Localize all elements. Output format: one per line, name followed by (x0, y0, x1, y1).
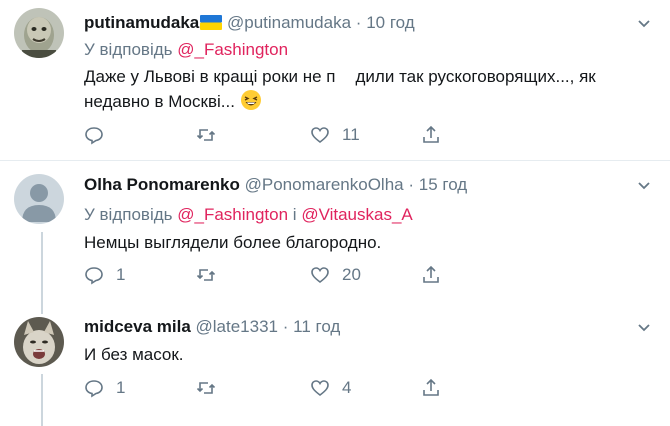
share-icon (423, 378, 439, 396)
tweet[interactable]: midceva mila @late1331 · 11 год И без ма… (0, 302, 670, 426)
avatar[interactable] (14, 174, 64, 224)
retweet-icon (196, 382, 216, 394)
like-count: 20 (342, 265, 361, 284)
retweet-button[interactable] (196, 124, 228, 146)
user-handle[interactable]: @putinamudaka (227, 13, 351, 32)
tweet-text-part: Даже у Львові в кращі роки не п (84, 67, 336, 86)
heart-icon (311, 267, 329, 284)
like-count: 4 (342, 378, 352, 397)
share-icon (423, 125, 439, 143)
separator-dot: · (282, 317, 289, 336)
tweet-text-line: недавно в Москві... (84, 89, 644, 114)
reply-prefix: У відповідь (84, 205, 173, 224)
tweet-text: Даже у Львові в кращі роки не п дили так … (84, 64, 644, 114)
tweet-text-part: недавно в Москві... (84, 92, 235, 111)
retweet-button[interactable] (196, 264, 228, 286)
tweet-header: Olha Ponomarenko @PonomarenkoOlha · 15 г… (84, 174, 467, 196)
like-button[interactable]: 20 (310, 264, 361, 286)
reply-prefix: У відповідь (84, 40, 173, 59)
timestamp[interactable]: 15 год (419, 175, 467, 194)
reply-count: 1 (116, 378, 126, 397)
tweet[interactable]: putinamudaka @putinamudaka · 10 год У ві… (0, 0, 670, 162)
tweet-actions: 1 20 (84, 264, 464, 286)
separator-dot: · (408, 175, 415, 194)
reply-context: У відповідь @_Fashington і @Vitauskas_A (84, 204, 413, 226)
text-obscured-gap (336, 68, 356, 82)
tweet-text-part: Немцы выглядели более благородно. (84, 233, 382, 252)
reply-context: У відповідь @_Fashington (84, 39, 288, 61)
timestamp[interactable]: 11 год (293, 317, 340, 336)
thread-line (41, 232, 43, 302)
chevron-down-icon[interactable] (636, 177, 652, 193)
reply-icon (85, 380, 103, 398)
tweet-text: Немцы выглядели более благородно. (84, 230, 644, 255)
thread-line (41, 374, 43, 426)
ukraine-flag-icon (200, 15, 223, 30)
tweet[interactable]: Olha Ponomarenko @PonomarenkoOlha · 15 г… (0, 162, 670, 302)
chevron-down-icon[interactable] (636, 319, 652, 335)
tweet-divider (0, 160, 670, 161)
avatar[interactable] (14, 317, 64, 367)
tweet-text-part: дили так рускоговорящих..., як (355, 67, 596, 86)
tweet-text: И без масок. (84, 342, 644, 367)
share-button[interactable] (421, 124, 441, 146)
reply-button[interactable]: 1 (84, 264, 125, 286)
reply-button[interactable] (84, 124, 116, 146)
separator-dot: · (355, 13, 362, 32)
mention-link[interactable]: @_Fashington (177, 40, 288, 59)
share-icon (423, 265, 439, 283)
display-name[interactable]: putinamudaka (84, 13, 199, 32)
like-count: 11 (342, 125, 360, 144)
heart-icon (311, 127, 329, 144)
reply-button[interactable]: 1 (84, 377, 125, 399)
share-button[interactable] (421, 264, 441, 286)
reply-icon (85, 127, 103, 145)
display-name[interactable]: midceva mila (84, 317, 191, 336)
tweet-text-part: И без масок. (84, 345, 184, 364)
tweet-actions: 1 4 (84, 377, 464, 399)
reply-icon (85, 267, 103, 285)
retweet-icon (196, 129, 216, 141)
grinning-squinting-emoji-icon (240, 90, 261, 110)
tweet-text-line: Даже у Львові в кращі роки не п дили так … (84, 64, 644, 89)
share-button[interactable] (421, 377, 441, 399)
user-handle[interactable]: @PonomarenkoOlha (245, 175, 404, 194)
like-button[interactable]: 4 (310, 377, 351, 399)
tweet-feed: putinamudaka @putinamudaka · 10 год У ві… (0, 0, 670, 426)
chevron-down-icon[interactable] (636, 15, 652, 31)
thread-line (41, 302, 43, 314)
reply-count: 1 (116, 265, 126, 284)
tweet-actions: 11 (84, 124, 464, 146)
avatar[interactable] (14, 8, 64, 58)
retweet-icon (196, 269, 216, 281)
mention-link[interactable]: @_Fashington (177, 205, 288, 224)
user-handle[interactable]: @late1331 (196, 317, 279, 336)
heart-icon (311, 380, 329, 397)
display-name[interactable]: Olha Ponomarenko (84, 175, 240, 194)
tweet-header: midceva mila @late1331 · 11 год (84, 316, 340, 338)
tweet-header: putinamudaka @putinamudaka · 10 год (84, 12, 415, 34)
timestamp[interactable]: 10 год (366, 13, 414, 32)
retweet-button[interactable] (196, 377, 228, 399)
like-button[interactable]: 11 (310, 124, 360, 146)
reply-joiner: і (292, 205, 297, 224)
mention-link[interactable]: @Vitauskas_A (301, 205, 412, 224)
